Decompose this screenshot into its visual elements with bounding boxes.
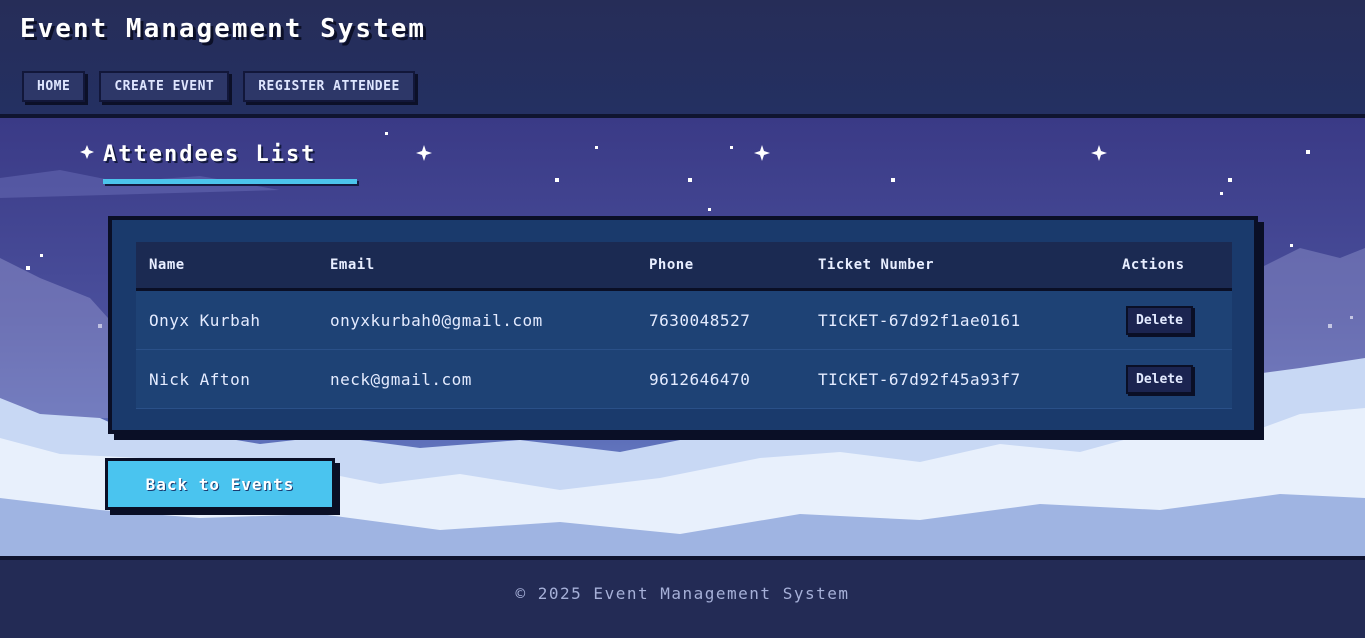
column-header-name: Name — [149, 257, 185, 273]
table-row: Nick Afton neck@gmail.com 9612646470 TIC… — [136, 349, 1232, 409]
table-header-row: Name Email Phone Ticket Number Actions — [136, 242, 1232, 290]
nav-home-button[interactable]: HOME — [22, 71, 86, 102]
title-underline — [103, 179, 357, 184]
main-content: Attendees List Name Email Phone Ticket N… — [0, 118, 1365, 558]
column-header-ticket: Ticket Number — [818, 257, 935, 273]
delete-button[interactable]: Delete — [1126, 364, 1193, 394]
column-header-phone: Phone — [649, 257, 694, 273]
nav-create-event-button[interactable]: CREATE EVENT — [99, 71, 230, 102]
attendee-ticket: TICKET-67d92f1ae0161 — [818, 310, 1021, 330]
site-footer: © 2025 Event Management System — [0, 556, 1365, 638]
attendee-actions: Delete — [1109, 350, 1232, 409]
delete-button[interactable]: Delete — [1126, 305, 1193, 335]
attendee-phone: 7630048527 — [649, 310, 751, 330]
nav-register-attendee-button[interactable]: REGISTER ATTENDEE — [243, 71, 415, 102]
attendee-name: Onyx Kurbah — [149, 310, 261, 330]
site-header: Event Management System HOME CREATE EVEN… — [0, 0, 1365, 118]
main-nav: HOME CREATE EVENT REGISTER ATTENDEE — [22, 71, 415, 102]
back-to-events-button[interactable]: Back to Events — [105, 458, 335, 510]
attendees-table-panel: Name Email Phone Ticket Number Actions O… — [108, 216, 1258, 434]
footer-copyright: © 2025 Event Management System — [515, 584, 850, 603]
attendee-name: Nick Afton — [149, 369, 251, 389]
table-row: Onyx Kurbah onyxkurbah0@gmail.com 763004… — [136, 289, 1232, 350]
attendees-table: Name Email Phone Ticket Number Actions O… — [136, 242, 1232, 409]
column-header-actions: Actions — [1122, 257, 1185, 273]
app-title: Event Management System — [20, 14, 427, 44]
attendee-actions: Delete — [1109, 290, 1232, 350]
attendee-email: onyxkurbah0@gmail.com — [330, 310, 543, 330]
attendee-phone: 9612646470 — [649, 369, 751, 389]
page-title: Attendees List — [103, 142, 317, 167]
column-header-email: Email — [330, 257, 375, 273]
attendee-ticket: TICKET-67d92f45a93f7 — [818, 369, 1021, 389]
attendee-email: neck@gmail.com — [330, 369, 472, 389]
